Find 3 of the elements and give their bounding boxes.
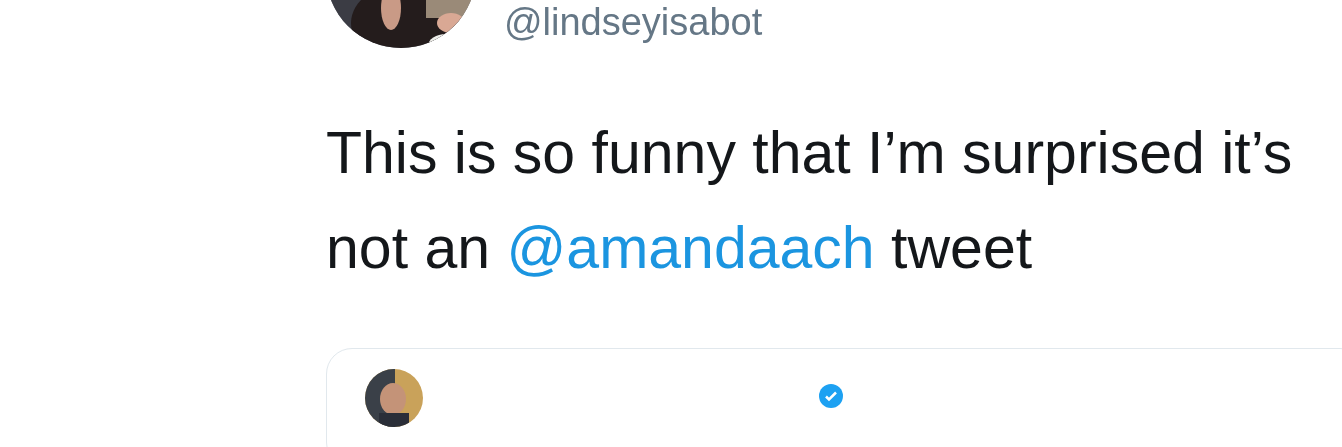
tweet-text: This is so funny that I’m surprised it’s not an @amandaach tweet [326, 119, 1294, 283]
mention-link[interactable]: @amandaach [506, 215, 875, 281]
author-handle[interactable]: @lindseyisabot [504, 2, 763, 48]
